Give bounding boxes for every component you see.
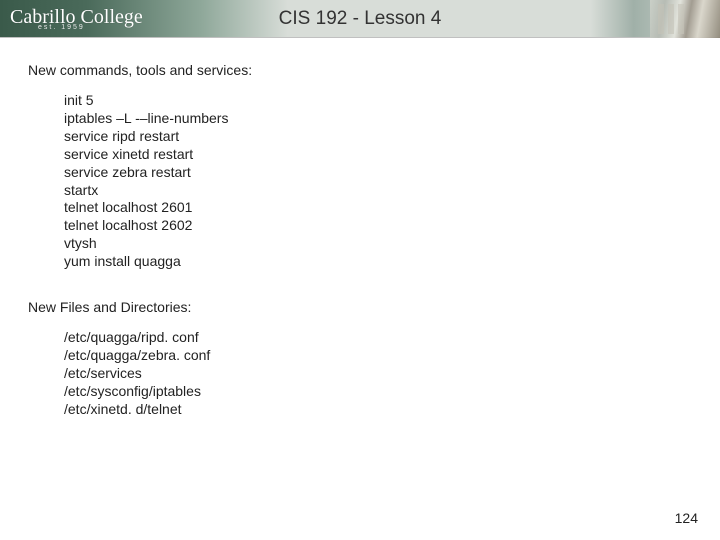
page-number: 124 <box>675 510 698 526</box>
list-item: yum install quagga <box>64 253 692 271</box>
list-item: service ripd restart <box>64 128 692 146</box>
list-item: startx <box>64 182 692 200</box>
list-item: service xinetd restart <box>64 146 692 164</box>
header-decorative-image <box>650 0 720 38</box>
list-item: init 5 <box>64 92 692 110</box>
slide-header: Cabrillo College est. 1959 CIS 192 - Les… <box>0 0 720 38</box>
list-item: /etc/quagga/zebra. conf <box>64 347 692 365</box>
list-item: /etc/services <box>64 365 692 383</box>
list-item: /etc/sysconfig/iptables <box>64 383 692 401</box>
slide-content: New commands, tools and services: init 5… <box>0 38 720 419</box>
list-item: iptables –L -–line-numbers <box>64 110 692 128</box>
commands-heading: New commands, tools and services: <box>28 62 692 78</box>
list-item: service zebra restart <box>64 164 692 182</box>
logo-subtext: est. 1959 <box>38 24 143 31</box>
list-item: telnet localhost 2602 <box>64 217 692 235</box>
college-logo: Cabrillo College est. 1959 <box>10 2 143 36</box>
list-item: telnet localhost 2601 <box>64 199 692 217</box>
files-list: /etc/quagga/ripd. conf /etc/quagga/zebra… <box>64 329 692 419</box>
list-item: vtysh <box>64 235 692 253</box>
files-heading: New Files and Directories: <box>28 299 692 315</box>
commands-list: init 5 iptables –L -–line-numbers servic… <box>64 92 692 271</box>
list-item: /etc/xinetd. d/telnet <box>64 401 692 419</box>
list-item: /etc/quagga/ripd. conf <box>64 329 692 347</box>
